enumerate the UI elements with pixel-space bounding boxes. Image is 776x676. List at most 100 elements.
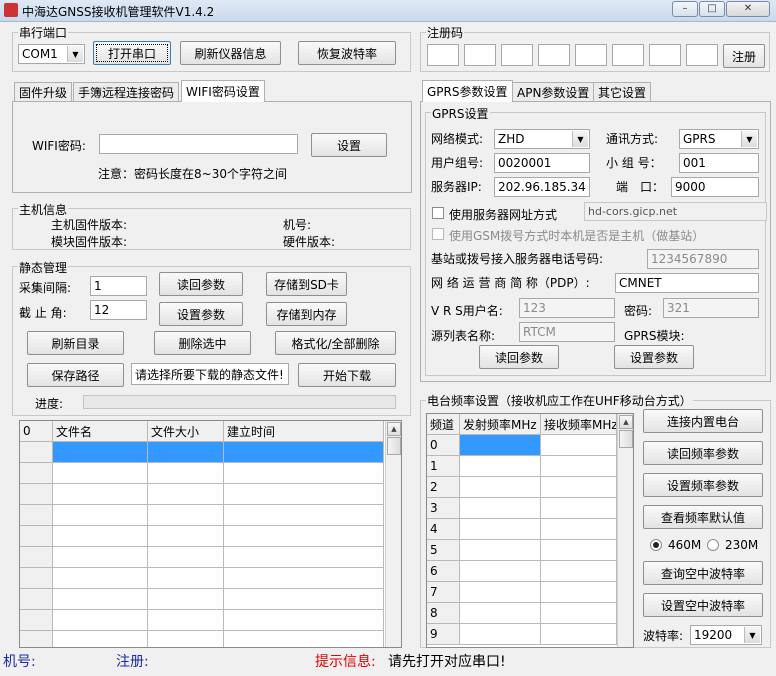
table-row-header[interactable] <box>20 610 53 631</box>
table-cell[interactable] <box>53 610 148 631</box>
table-cell[interactable] <box>148 631 224 647</box>
dial-number-input[interactable]: 1234567890 <box>647 249 759 269</box>
table-cell[interactable] <box>148 463 224 484</box>
table-cell[interactable] <box>224 610 384 631</box>
table-cell[interactable] <box>224 631 384 647</box>
frequency-table-scrollbar[interactable]: ▲ <box>617 414 633 647</box>
rx-frequency-cell[interactable] <box>541 435 617 456</box>
file-table[interactable]: 0 文件名 文件大小 建立时间 ▲ <box>19 420 402 648</box>
table-cell[interactable] <box>148 589 224 610</box>
table-cell[interactable] <box>53 589 148 610</box>
refresh-device-info-button[interactable]: 刷新仪器信息 <box>180 41 281 65</box>
table-cell[interactable] <box>148 547 224 568</box>
table-cell[interactable] <box>53 631 148 647</box>
interval-input[interactable]: 1 <box>90 276 147 296</box>
save-to-sd-button[interactable]: 存储到SD卡 <box>266 272 347 296</box>
read-frequency-button[interactable]: 读回频率参数 <box>643 441 763 465</box>
minimize-button[interactable]: – <box>672 1 698 17</box>
baud-rate-select[interactable]: 19200 ▼ <box>690 625 762 645</box>
tx-frequency-cell[interactable] <box>460 540 541 561</box>
domain-input[interactable]: hd-cors.gicp.net <box>584 202 767 221</box>
table-header-created[interactable]: 建立时间 <box>224 421 384 442</box>
connect-radio-button[interactable]: 连接内置电台 <box>643 409 763 433</box>
close-button[interactable]: ✕ <box>726 1 770 17</box>
table-row-header[interactable] <box>20 484 53 505</box>
gprs-read-button[interactable]: 读回参数 <box>479 345 559 369</box>
table-cell[interactable] <box>53 442 148 463</box>
tx-frequency-cell[interactable] <box>460 435 541 456</box>
password-input[interactable]: 321 <box>663 298 759 318</box>
register-code-field-2[interactable] <box>464 44 496 66</box>
scroll-up-icon[interactable]: ▲ <box>619 415 633 429</box>
table-cell[interactable] <box>148 442 224 463</box>
format-delete-all-button[interactable]: 格式化/全部删除 <box>275 331 396 355</box>
table-row-header[interactable] <box>20 568 53 589</box>
frequency-table[interactable]: 频道 发射频率MHz 接收频率MHz 0123456789 ▲ <box>426 413 634 648</box>
table-cell[interactable] <box>53 526 148 547</box>
table-cell[interactable] <box>53 463 148 484</box>
table-row-header[interactable] <box>20 631 53 647</box>
table-cell[interactable] <box>224 484 384 505</box>
tab-gprs-settings[interactable]: GPRS参数设置 <box>422 80 513 102</box>
register-code-field-4[interactable] <box>538 44 570 66</box>
table-header-filesize[interactable]: 文件大小 <box>148 421 224 442</box>
open-port-button[interactable]: 打开串口 <box>93 41 171 65</box>
use-domain-checkbox[interactable] <box>432 207 444 219</box>
rx-frequency-cell[interactable] <box>541 477 617 498</box>
table-row-header[interactable] <box>20 526 53 547</box>
source-table-input[interactable]: RTCM <box>519 322 615 342</box>
rx-frequency-cell[interactable] <box>541 603 617 624</box>
tab-handheld-password[interactable]: 手簿远程连接密码 <box>73 82 180 102</box>
rx-frequency-cell[interactable] <box>541 519 617 540</box>
tx-frequency-cell[interactable] <box>460 477 541 498</box>
wifi-set-button[interactable]: 设置 <box>311 133 387 157</box>
table-cell[interactable] <box>224 463 384 484</box>
register-code-field-8[interactable] <box>686 44 718 66</box>
table-cell[interactable] <box>148 526 224 547</box>
table-cell[interactable] <box>148 505 224 526</box>
com-port-select[interactable]: COM1 ▼ <box>18 44 85 64</box>
register-code-field-3[interactable] <box>501 44 533 66</box>
start-download-button[interactable]: 开始下载 <box>298 363 396 387</box>
scroll-thumb[interactable] <box>619 430 633 448</box>
tx-frequency-cell[interactable] <box>460 456 541 477</box>
table-cell[interactable] <box>53 568 148 589</box>
save-to-memory-button[interactable]: 存储到内存 <box>266 302 347 326</box>
set-air-baud-button[interactable]: 设置空中波特率 <box>643 593 763 617</box>
table-cell[interactable] <box>148 568 224 589</box>
table-row-header[interactable] <box>20 589 53 610</box>
table-row-header[interactable] <box>20 505 53 526</box>
cutoff-angle-input[interactable]: 12 <box>90 300 147 320</box>
file-table-scrollbar[interactable]: ▲ <box>385 421 401 647</box>
radio-230m[interactable] <box>707 539 719 551</box>
tx-frequency-cell[interactable] <box>460 582 541 603</box>
register-button[interactable]: 注册 <box>723 44 765 68</box>
rx-frequency-cell[interactable] <box>541 540 617 561</box>
view-default-frequency-button[interactable]: 查看频率默认值 <box>643 505 763 529</box>
restore-baud-button[interactable]: 恢复波特率 <box>298 41 396 65</box>
wifi-password-input[interactable] <box>99 134 298 154</box>
table-row-header[interactable] <box>20 463 53 484</box>
maximize-button[interactable]: □ <box>699 1 725 17</box>
register-code-field-7[interactable] <box>649 44 681 66</box>
set-params-button[interactable]: 设置参数 <box>159 302 243 326</box>
scroll-up-icon[interactable]: ▲ <box>387 422 401 436</box>
gsm-host-checkbox[interactable] <box>432 228 444 240</box>
delete-selected-button[interactable]: 删除选中 <box>154 331 251 355</box>
table-cell[interactable] <box>148 484 224 505</box>
tx-frequency-cell[interactable] <box>460 561 541 582</box>
pdp-input[interactable]: CMNET <box>615 273 759 293</box>
table-cell[interactable] <box>224 568 384 589</box>
table-cell[interactable] <box>224 589 384 610</box>
tab-other-settings[interactable]: 其它设置 <box>593 82 652 102</box>
register-code-field-6[interactable] <box>612 44 644 66</box>
table-cell[interactable] <box>224 547 384 568</box>
radio-460m[interactable] <box>650 539 662 551</box>
server-ip-input[interactable]: 202.96.185.34 <box>494 177 590 197</box>
refresh-directory-button[interactable]: 刷新目录 <box>27 331 124 355</box>
rx-frequency-cell[interactable] <box>541 582 617 603</box>
port-input[interactable]: 9000 <box>671 177 759 197</box>
table-cell[interactable] <box>53 484 148 505</box>
rx-frequency-cell[interactable] <box>541 624 617 645</box>
vrs-user-input[interactable]: 123 <box>519 298 615 318</box>
